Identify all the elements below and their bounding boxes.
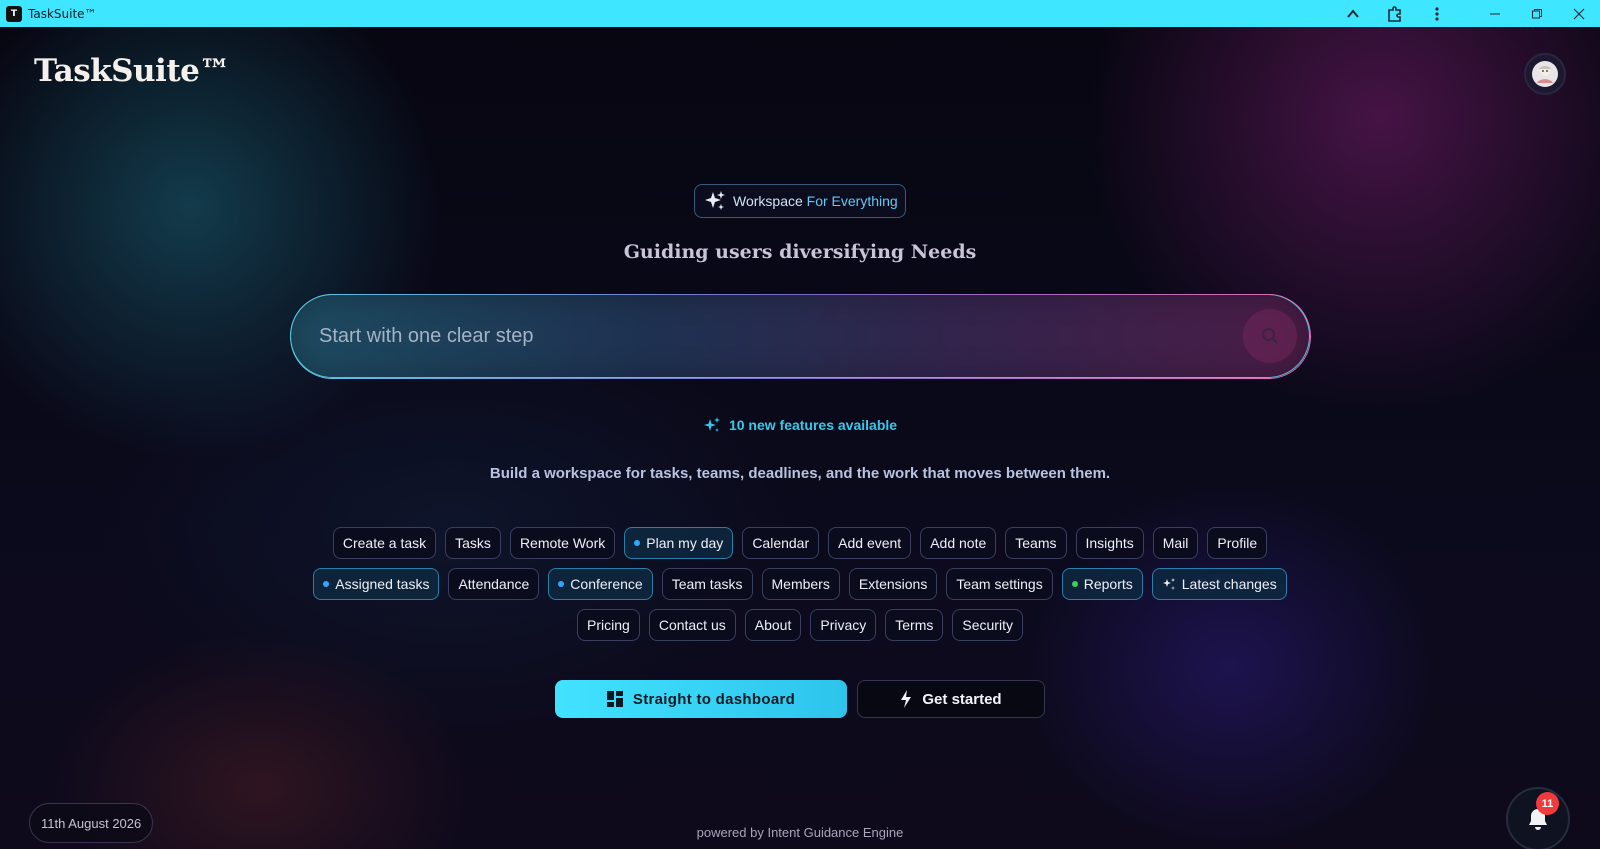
app-icon: T: [6, 5, 22, 22]
sparkle-icon: [705, 191, 725, 210]
chip-label: Team settings: [956, 576, 1043, 592]
chip-label: Pricing: [587, 617, 630, 633]
chip-conference[interactable]: Conference: [548, 568, 653, 600]
status-dot: [558, 581, 565, 587]
close-icon[interactable]: [1558, 0, 1600, 27]
new-features-link[interactable]: 10 new features available: [0, 416, 1600, 434]
new-features-text: 10 new features available: [728, 417, 898, 433]
chip-label: Add event: [838, 535, 902, 551]
window-titlebar: T TaskSuite™: [0, 0, 1600, 27]
dashboard-icon: [606, 691, 623, 707]
sparkle-icon: [1162, 578, 1175, 590]
extensions-icon[interactable]: [1374, 0, 1416, 27]
get-started-label: Get started: [922, 690, 1002, 708]
chip-label: About: [754, 617, 792, 633]
minimize-icon[interactable]: [1474, 0, 1516, 27]
chip-label: Remote Work: [519, 535, 606, 551]
chevron-up-icon[interactable]: [1332, 0, 1374, 27]
chip-label: Attendance: [458, 576, 530, 592]
status-dot: [634, 540, 641, 546]
search-bar[interactable]: [290, 294, 1310, 378]
chip-terms[interactable]: Terms: [885, 609, 944, 641]
chip-mail[interactable]: Mail: [1152, 527, 1199, 559]
chip-label: Team tasks: [671, 576, 743, 592]
quick-actions-row-2: Assigned tasks Attendance Conference Team t…: [0, 568, 1600, 600]
dashboard-button-label: Straight to dashboard: [632, 690, 796, 708]
chip-security[interactable]: Security: [952, 609, 1023, 641]
workspace-badge-text: Workspace For Everything: [733, 193, 898, 209]
search-icon: [1262, 328, 1278, 344]
chip-attendance[interactable]: Attendance: [448, 568, 540, 600]
main-content: TaskSuite™ Workspace For Everything Guid…: [0, 27, 1600, 849]
status-dot: [1071, 581, 1078, 587]
chip-label: Calendar: [752, 535, 810, 551]
quick-actions-row-1: Create a task Tasks Remote Work Plan my day…: [0, 527, 1600, 559]
restore-icon[interactable]: [1516, 0, 1558, 27]
chip-reports[interactable]: Reports: [1061, 568, 1143, 600]
chip-about[interactable]: About: [744, 609, 802, 641]
badge-prefix: Workspace: [733, 193, 807, 209]
cta-row: Straight to dashboard Get started: [0, 680, 1600, 718]
chip-calendar[interactable]: Calendar: [742, 527, 820, 559]
search-button[interactable]: [1243, 309, 1297, 363]
chip-label: Conference: [570, 576, 643, 592]
workspace-badge: Workspace For Everything: [694, 184, 906, 218]
powered-by-text: powered by Intent Guidance Engine: [696, 825, 904, 840]
chip-insights[interactable]: Insights: [1075, 527, 1144, 559]
chip-team-tasks[interactable]: Team tasks: [661, 568, 753, 600]
chip-label: Profile: [1217, 535, 1258, 551]
chip-tasks[interactable]: Tasks: [445, 527, 501, 559]
chip-add-event[interactable]: Add event: [828, 527, 912, 559]
chip-label: Create a task: [342, 535, 427, 551]
chip-team-settings[interactable]: Team settings: [946, 568, 1053, 600]
chip-label: Extensions: [858, 576, 928, 592]
chip-pricing[interactable]: Pricing: [577, 609, 640, 641]
chip-remote-work[interactable]: Remote Work: [509, 527, 616, 559]
chip-privacy[interactable]: Privacy: [810, 609, 877, 641]
chip-label: Add note: [930, 535, 987, 551]
chip-label: Members: [771, 576, 830, 592]
chip-label: Plan my day: [646, 535, 724, 551]
chip-plan-my-day[interactable]: Plan my day: [624, 527, 734, 559]
get-started-button[interactable]: Get started: [857, 680, 1045, 718]
chip-label: Terms: [895, 617, 934, 633]
chip-label: Security: [962, 617, 1013, 633]
chip-label: Mail: [1162, 535, 1189, 551]
chip-label: Teams: [1015, 535, 1057, 551]
chip-label: Privacy: [820, 617, 867, 633]
chip-label: Insights: [1085, 535, 1134, 551]
search-input[interactable]: [291, 295, 1243, 377]
window-title: TaskSuite™: [28, 6, 97, 21]
user-avatar[interactable]: [1524, 53, 1566, 95]
chip-add-note[interactable]: Add note: [920, 527, 997, 559]
lightning-icon: [901, 690, 912, 708]
chip-label: Contact us: [658, 617, 726, 633]
chip-members[interactable]: Members: [761, 568, 840, 600]
chip-contact-us[interactable]: Contact us: [648, 609, 736, 641]
chip-teams[interactable]: Teams: [1005, 527, 1067, 559]
chip-latest-changes[interactable]: Latest changes: [1151, 568, 1287, 600]
chip-create-a-task[interactable]: Create a task: [332, 527, 437, 559]
straight-to-dashboard-button[interactable]: Straight to dashboard: [555, 680, 847, 718]
notification-count-badge: 11: [1536, 792, 1559, 815]
chip-label: Latest changes: [1181, 576, 1277, 592]
status-dot: [323, 581, 330, 587]
chip-label: Assigned tasks: [335, 576, 430, 592]
avatar-icon: [1532, 61, 1558, 87]
sparkle-icon: [703, 417, 720, 432]
chip-assigned-tasks[interactable]: Assigned tasks: [313, 568, 440, 600]
chip-label: Reports: [1083, 576, 1133, 592]
chip-label: Tasks: [455, 535, 491, 551]
tagline: Guiding users diversifying Needs: [623, 241, 977, 263]
app-logo[interactable]: TaskSuite™: [34, 53, 230, 89]
hero-subtitle: Build a workspace for tasks, teams, dead…: [489, 465, 1111, 482]
badge-accent: For Everything: [806, 193, 898, 209]
quick-actions-row-3: Pricing Contact us About Privacy Terms Securi…: [0, 609, 1600, 641]
more-options-icon[interactable]: [1416, 0, 1458, 27]
chip-extensions[interactable]: Extensions: [848, 568, 938, 600]
chip-profile[interactable]: Profile: [1207, 527, 1268, 559]
